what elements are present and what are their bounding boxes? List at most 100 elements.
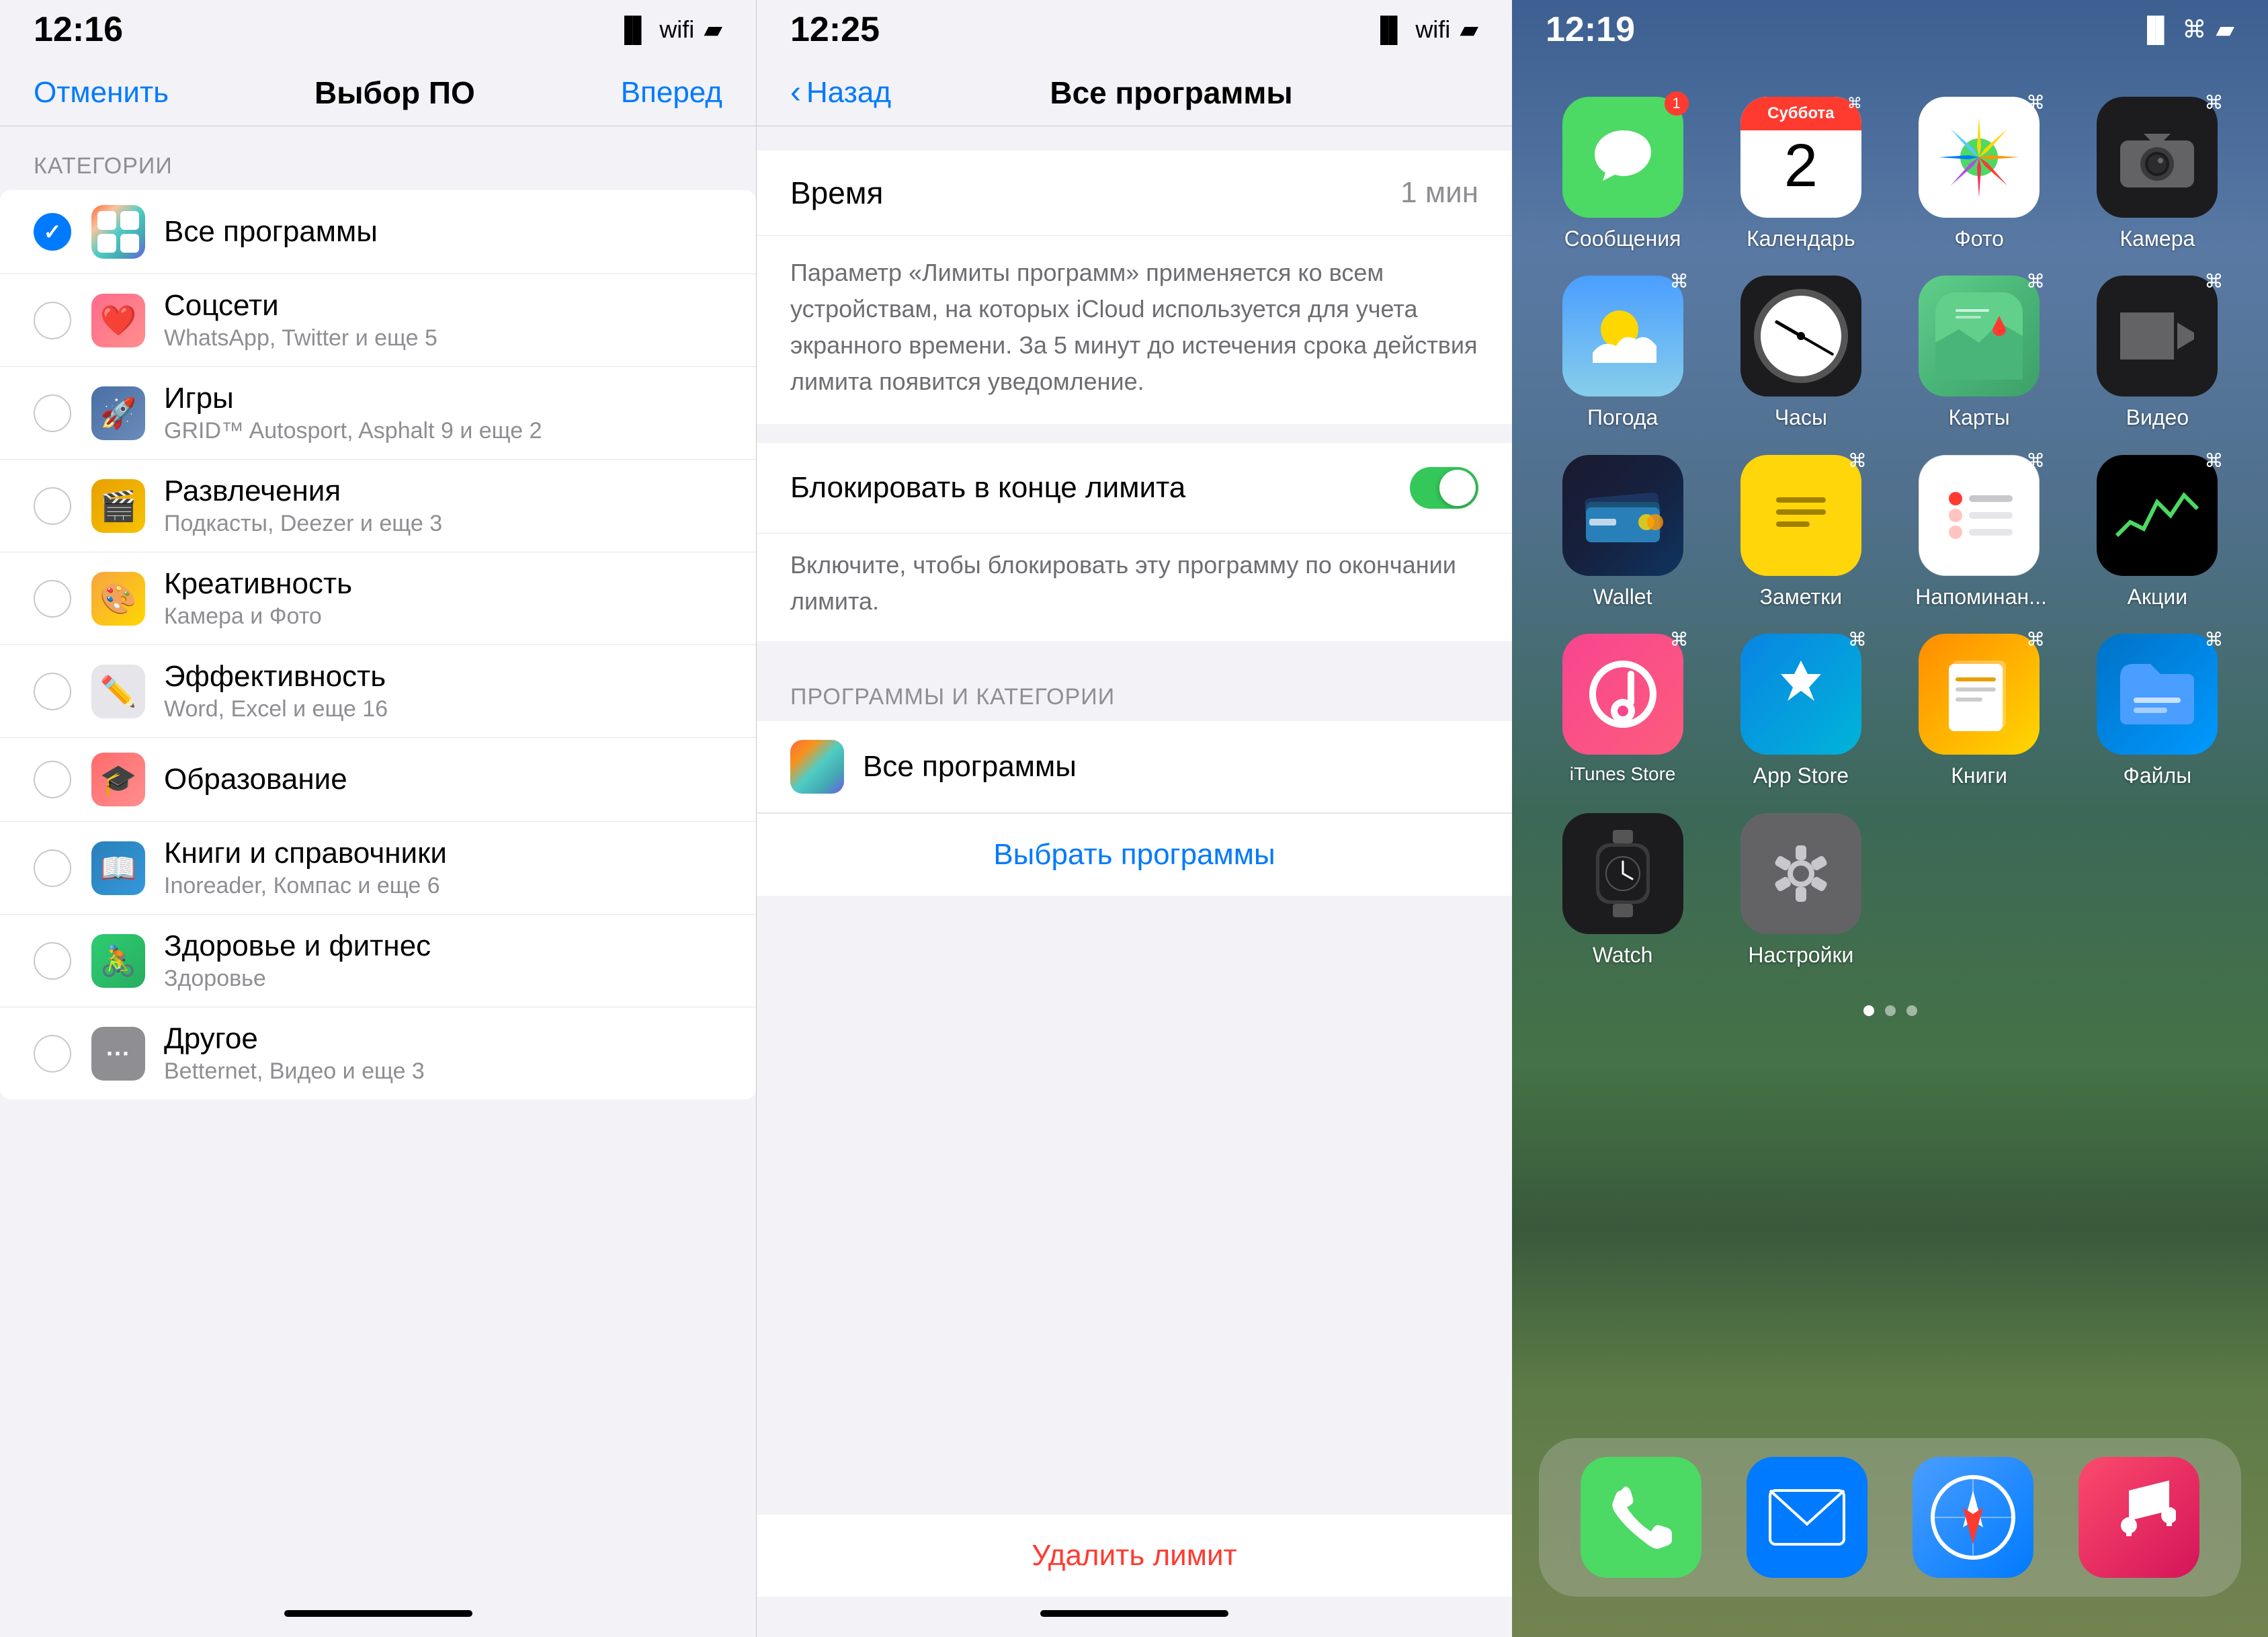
time-row[interactable]: Время 1 мин — [757, 151, 1512, 236]
app-maps[interactable]: ⌘ Карты — [1902, 276, 2056, 430]
calendar-badge: ⌘ — [1843, 91, 1867, 116]
app-clock[interactable]: Часы — [1724, 276, 1878, 430]
books-subtitle: Inoreader, Компас и еще 6 — [164, 873, 722, 899]
games-text: Игры GRID™ Autosport, Asphalt 9 и еще 2 — [164, 382, 722, 444]
app-itunes[interactable]: ⌘ iTunes Store — [1546, 634, 1699, 788]
app-icon-video — [2097, 276, 2218, 396]
list-item-entertainment[interactable]: 🎬 Развлечения Подкасты, Deezer и еще 3 — [0, 460, 756, 552]
icon-creative: 🎨 — [91, 572, 145, 626]
app-icon-music — [2078, 1457, 2199, 1578]
app-label-calendar: Календарь — [1747, 226, 1855, 251]
forward-button[interactable]: Вперед — [621, 76, 722, 110]
app-icon-stocks — [2097, 455, 2218, 576]
radio-creative[interactable] — [34, 580, 71, 618]
dock-app-music[interactable] — [2078, 1457, 2199, 1578]
list-item-all[interactable]: Все программы — [0, 190, 756, 274]
choose-programs-button[interactable]: Выбрать программы — [757, 813, 1512, 896]
app-icon-reminders — [1919, 455, 2040, 576]
block-toggle-switch[interactable] — [1410, 467, 1478, 509]
app-icon-phone — [1581, 1457, 1702, 1578]
category-list: Все программы ❤️ Соцсети WhatsApp, Twitt… — [0, 190, 756, 1099]
app-messages[interactable]: 1 Сообщения — [1546, 97, 1699, 251]
programs-section-header: ПРОГРАММЫ И КАТЕГОРИИ — [757, 660, 1512, 721]
panel1-status-icons: ▐▌ wifi ▰ — [616, 15, 722, 44]
dock-app-phone[interactable] — [1581, 1457, 1702, 1578]
app-stocks[interactable]: ⌘ Акции — [2081, 455, 2234, 610]
radio-all[interactable] — [34, 213, 71, 251]
app-photos[interactable]: ⌘ Фото — [1902, 97, 2056, 251]
app-weather[interactable]: ⌘ Погода — [1546, 276, 1699, 430]
app-grid: 1 Сообщения Суббота 2 ⌘ Календарь — [1512, 73, 2268, 992]
app-label-appstore: App Store — [1753, 763, 1849, 788]
list-item-other[interactable]: ··· Другое Betternet, Видео и еще 3 — [0, 1007, 756, 1099]
productivity-label: Эффективность — [164, 660, 722, 694]
list-item-creative[interactable]: 🎨 Креативность Камера и Фото — [0, 552, 756, 645]
all-apps-text: Все программы — [164, 215, 722, 249]
panel1-status-bar: 12:16 ▐▌ wifi ▰ — [0, 0, 756, 59]
app-icon-watch — [1562, 813, 1683, 934]
panel2-time: 12:25 — [790, 9, 880, 50]
messages-badge: 1 — [1665, 91, 1689, 116]
radio-health[interactable] — [34, 942, 71, 980]
app-label-watch: Watch — [1593, 942, 1653, 968]
app-label-books: Книги — [1951, 763, 2007, 788]
battery-icon: ▰ — [2216, 15, 2234, 44]
dock-app-mail[interactable] — [1747, 1457, 1867, 1578]
all-programs-item[interactable]: Все программы — [757, 721, 1512, 813]
app-notes[interactable]: ⌘ Заметки — [1724, 455, 1878, 610]
block-toggle-row[interactable]: Блокировать в конце лимита — [757, 443, 1512, 534]
app-reminders[interactable]: ⌘ Напоминан... — [1902, 455, 2056, 610]
panel2-status-icons: ▐▌ wifi ▰ — [1372, 15, 1478, 44]
creative-label: Креативность — [164, 567, 722, 601]
panel1-nav-title: Выбор ПО — [314, 75, 475, 111]
list-item-education[interactable]: 🎓 Образование — [0, 738, 756, 822]
app-books[interactable]: ⌘ Книги — [1902, 634, 2056, 788]
app-icon-weather — [1562, 276, 1683, 396]
signal-icon: ▐▌ — [616, 15, 650, 44]
wifi-icon: ⌘ — [2182, 15, 2206, 44]
app-files[interactable]: ⌘ Файлы — [2081, 634, 2234, 788]
app-appstore[interactable]: ⌘ App Store — [1724, 634, 1878, 788]
panel3-home-screen: 12:19 ▐▌ ⌘ ▰ 1 Сообщения Суббота — [1512, 0, 2268, 1637]
app-wallet[interactable]: Wallet — [1546, 455, 1699, 610]
app-icon-messages — [1562, 97, 1683, 218]
radio-productivity[interactable] — [34, 673, 71, 710]
app-label-messages: Сообщения — [1564, 226, 1681, 251]
app-settings[interactable]: Настройки — [1724, 813, 1878, 968]
panel1-navbar: Отменить Выбор ПО Вперед — [0, 59, 756, 126]
list-item-books[interactable]: 📖 Книги и справочники Inoreader, Компас … — [0, 822, 756, 915]
list-item-productivity[interactable]: ✏️ Эффективность Word, Excel и еще 16 — [0, 645, 756, 738]
radio-education[interactable] — [34, 761, 71, 798]
radio-social[interactable] — [34, 302, 71, 339]
radio-books[interactable] — [34, 849, 71, 887]
time-value: 1 мин — [1400, 176, 1478, 210]
list-item-health[interactable]: 🚴 Здоровье и фитнес Здоровье — [0, 915, 756, 1007]
all-programs-label: Все программы — [863, 750, 1077, 784]
app-calendar[interactable]: Суббота 2 ⌘ Календарь — [1724, 97, 1878, 251]
app-label-camera: Камера — [2119, 226, 2195, 251]
radio-entertainment[interactable] — [34, 487, 71, 525]
radio-other[interactable] — [34, 1035, 71, 1073]
app-icon-safari — [1913, 1457, 2033, 1578]
app-watch[interactable]: Watch — [1546, 813, 1699, 968]
page-dot-3 — [1906, 1005, 1917, 1016]
app-camera[interactable]: ⌘ Камера — [2081, 97, 2234, 251]
list-item-social[interactable]: ❤️ Соцсети WhatsApp, Twitter и еще 5 — [0, 274, 756, 367]
app-icon-photos — [1919, 97, 2040, 218]
icon-education: 🎓 — [91, 753, 145, 806]
app-icon-camera — [2097, 97, 2218, 218]
icon-productivity: ✏️ — [91, 665, 145, 718]
back-button[interactable]: ‹ Назад — [790, 74, 891, 111]
radio-games[interactable] — [34, 394, 71, 432]
list-item-games[interactable]: 🚀 Игры GRID™ Autosport, Asphalt 9 и еще … — [0, 367, 756, 460]
cancel-button[interactable]: Отменить — [34, 76, 169, 110]
choose-programs-label: Выбрать программы — [993, 838, 1275, 871]
dock-app-safari[interactable] — [1913, 1457, 2033, 1578]
delete-limit-button[interactable]: Удалить лимит — [757, 1515, 1512, 1597]
app-label-photos: Фото — [1954, 226, 2004, 251]
signal-icon: ▐▌ — [1372, 15, 1406, 44]
app-video[interactable]: ⌘ Видео — [2081, 276, 2234, 430]
panel3-time: 12:19 — [1546, 9, 1635, 50]
icon-other: ··· — [91, 1027, 145, 1081]
block-info: Включите, чтобы блокировать эту программ… — [757, 534, 1512, 641]
